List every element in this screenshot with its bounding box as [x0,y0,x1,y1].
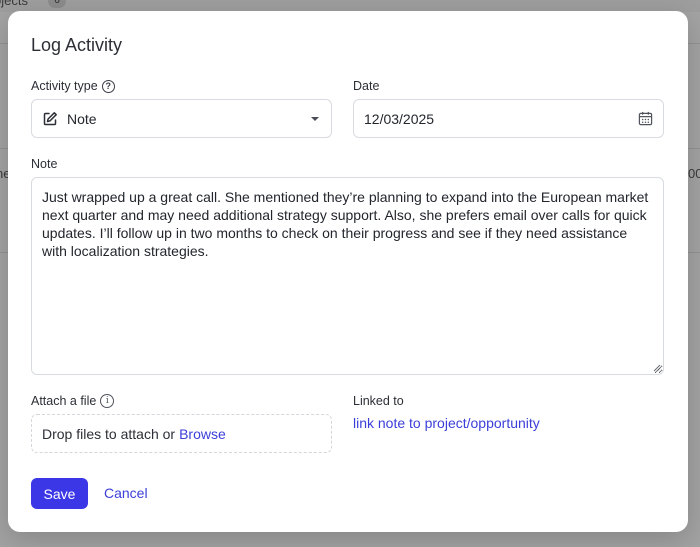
linked-label: Linked to [353,394,404,408]
activity-type-label-row: Activity type ? [31,79,115,93]
cancel-button[interactable]: Cancel [104,478,148,509]
resize-handle-icon[interactable] [653,364,661,372]
background-title: ojects [0,0,28,8]
log-activity-modal: Log Activity Activity type ? Note Date 1… [8,11,688,532]
dropzone-text: Drop files to attach or [42,425,176,442]
save-button[interactable]: Save [31,478,88,509]
note-label: Note [31,157,58,171]
modal-title: Log Activity [31,35,123,55]
note-text: Just wrapped up a great call. She mentio… [42,189,649,259]
date-label: Date [353,79,380,93]
chevron-down-icon [311,116,319,121]
activity-type-select[interactable]: Note [31,99,332,138]
info-circle-icon[interactable]: i [100,394,115,408]
link-note-link[interactable]: link note to project/opportunity [353,415,540,431]
attach-label: Attach a file [31,394,97,408]
edit-icon [43,111,57,125]
file-dropzone[interactable]: Drop files to attach or Browse [31,414,332,453]
date-field[interactable]: 12/03/2025 [353,99,664,138]
note-textarea[interactable]: Just wrapped up a great call. She mentio… [31,177,664,375]
calendar-icon[interactable] [638,111,653,126]
activity-type-value: Note [67,110,97,127]
date-label-row: Date [353,79,379,93]
linked-label-row: Linked to [353,394,404,408]
date-value: 12/03/2025 [364,110,435,127]
background-row-text: 00 [688,166,700,181]
question-circle-icon[interactable]: ? [101,79,115,93]
attach-label-row: Attach a file i [31,394,115,408]
activity-type-label: Activity type [31,79,98,93]
browse-link[interactable]: Browse [179,426,226,442]
note-label-row: Note [31,157,57,171]
